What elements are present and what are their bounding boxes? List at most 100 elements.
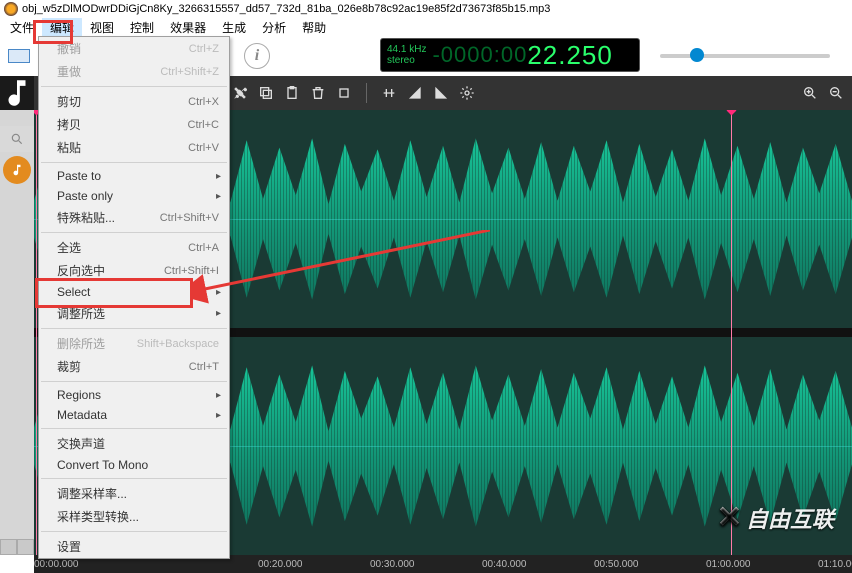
- menuitem-撤销: 撤销Ctrl+Z: [39, 37, 229, 60]
- menuitem-Paste to[interactable]: Paste to▸: [39, 166, 229, 186]
- gutter-btn-2[interactable]: [17, 539, 34, 555]
- ruler-tick: 01:00.000: [706, 555, 751, 573]
- submenu-arrow-icon: ▸: [216, 191, 221, 202]
- gear-icon[interactable]: [459, 85, 475, 101]
- note-icon: [0, 76, 34, 110]
- menuitem-label: Regions: [57, 388, 219, 402]
- copy-icon[interactable]: [258, 85, 274, 101]
- paste-icon[interactable]: [284, 85, 300, 101]
- menuitem-accel: Ctrl+Shift+Z: [160, 66, 219, 78]
- menuitem-label: 删除所选: [57, 335, 137, 352]
- menuitem-调整所选[interactable]: 调整所选▸: [39, 302, 229, 325]
- menuitem-裁剪[interactable]: 裁剪Ctrl+T: [39, 355, 229, 378]
- menu-效果器[interactable]: 效果器: [162, 18, 214, 37]
- menuitem-交换声道[interactable]: 交换声道: [39, 432, 229, 455]
- menuitem-label: Select: [57, 285, 219, 299]
- zoom-in-icon[interactable]: [802, 85, 818, 101]
- menuitem-Metadata[interactable]: Metadata▸: [39, 405, 229, 425]
- note-icon: [10, 163, 24, 177]
- watermark-text: 自由互联: [746, 502, 834, 534]
- ruler-tick: 00:50.000: [594, 555, 639, 573]
- menuitem-accel: Ctrl+C: [188, 119, 219, 131]
- submenu-arrow-icon: ▸: [216, 390, 221, 401]
- trash-icon[interactable]: [310, 85, 326, 101]
- menuitem-剪切[interactable]: 剪切Ctrl+X: [39, 90, 229, 113]
- menuitem-label: 全选: [57, 239, 188, 256]
- menuitem-反向选中[interactable]: 反向选中Ctrl+Shift+I: [39, 259, 229, 282]
- menu-生成[interactable]: 生成: [214, 18, 254, 37]
- menuitem-label: 粘贴: [57, 139, 188, 156]
- selection-start-marker[interactable]: [36, 110, 37, 555]
- menuitem-粘贴[interactable]: 粘贴Ctrl+V: [39, 136, 229, 159]
- sample-rate: 44.1 kHz: [387, 44, 426, 55]
- app-icon: [4, 2, 18, 16]
- menuitem-accel: Ctrl+T: [189, 361, 219, 373]
- menuitem-accel: Ctrl+Shift+I: [164, 265, 219, 277]
- window-title: obj_w5zDlMODwrDDiGjCn8Ky_3266315557_dd57…: [22, 3, 550, 15]
- search-tab[interactable]: [0, 126, 34, 152]
- menu-视图[interactable]: 视图: [82, 18, 122, 37]
- menuitem-label: Paste to: [57, 169, 219, 183]
- zoom-out-icon[interactable]: [828, 85, 844, 101]
- menu-帮助[interactable]: 帮助: [294, 18, 334, 37]
- menu-分析[interactable]: 分析: [254, 18, 294, 37]
- menuitem-label: 交换声道: [57, 435, 219, 452]
- level-icon[interactable]: [381, 85, 397, 101]
- selection-end-marker[interactable]: [731, 110, 732, 555]
- menuitem-label: Convert To Mono: [57, 458, 219, 472]
- menuitem-label: Metadata: [57, 408, 219, 422]
- title-bar: obj_w5zDlMODwrDDiGjCn8Ky_3266315557_dd57…: [0, 0, 852, 18]
- submenu-arrow-icon: ▸: [216, 287, 221, 298]
- crop-icon[interactable]: [336, 85, 352, 101]
- menuitem-特殊粘贴...[interactable]: 特殊粘贴...Ctrl+Shift+V: [39, 206, 229, 229]
- menuitem-Select[interactable]: Select▸: [39, 282, 229, 302]
- menuitem-accel: Ctrl+X: [188, 96, 219, 108]
- ruler-tick: 00:40.000: [482, 555, 527, 573]
- search-icon: [10, 132, 24, 146]
- menuitem-Regions[interactable]: Regions▸: [39, 385, 229, 405]
- menuitem-accel: Ctrl+Shift+V: [160, 212, 219, 224]
- menu-文件[interactable]: 文件: [2, 18, 42, 37]
- menuitem-拷贝[interactable]: 拷贝Ctrl+C: [39, 113, 229, 136]
- menuitem-采样类型转换...[interactable]: 采样类型转换...: [39, 505, 229, 528]
- menu-控制[interactable]: 控制: [122, 18, 162, 37]
- ruler-tick: 01:10.000: [818, 555, 852, 573]
- menuitem-删除所选: 删除所选Shift+Backspace: [39, 332, 229, 355]
- menuitem-调整采样率...[interactable]: 调整采样率...: [39, 482, 229, 505]
- menuitem-设置[interactable]: 设置: [39, 535, 229, 558]
- channel-mode: stereo: [387, 55, 426, 66]
- menuitem-全选[interactable]: 全选Ctrl+A: [39, 236, 229, 259]
- menuitem-accel: Ctrl+V: [188, 142, 219, 154]
- menuitem-label: 拷贝: [57, 116, 188, 133]
- menuitem-label: 调整采样率...: [57, 485, 219, 502]
- volume-slider[interactable]: [660, 54, 830, 58]
- ruler-tick: 00:30.000: [370, 555, 415, 573]
- submenu-arrow-icon: ▸: [216, 410, 221, 421]
- menu-编辑[interactable]: 编辑: [42, 18, 82, 37]
- note-tab[interactable]: [3, 156, 31, 184]
- menuitem-label: 撤销: [57, 40, 189, 57]
- info-icon[interactable]: i: [244, 43, 270, 69]
- submenu-arrow-icon: ▸: [216, 171, 221, 182]
- menuitem-accel: Shift+Backspace: [137, 338, 219, 350]
- menuitem-accel: Ctrl+Z: [189, 43, 219, 55]
- menuitem-label: 调整所选: [57, 305, 219, 322]
- menuitem-label: Paste only: [57, 189, 219, 203]
- menuitem-Convert To Mono[interactable]: Convert To Mono: [39, 455, 229, 475]
- volume-knob[interactable]: [690, 48, 704, 62]
- menuitem-accel: Ctrl+A: [188, 242, 219, 254]
- fadeout-icon[interactable]: [433, 85, 449, 101]
- watermark-x-icon: ✕: [717, 500, 742, 535]
- scissors-icon[interactable]: [232, 85, 248, 101]
- menuitem-重做: 重做Ctrl+Shift+Z: [39, 60, 229, 83]
- menuitem-label: 特殊粘贴...: [57, 209, 160, 226]
- fadein-icon[interactable]: [407, 85, 423, 101]
- sidebar-tab-note[interactable]: [0, 76, 34, 110]
- gutter-btn-1[interactable]: [0, 539, 17, 555]
- menuitem-Paste only[interactable]: Paste only▸: [39, 186, 229, 206]
- edit-menu-dropdown: 撤销Ctrl+Z重做Ctrl+Shift+Z剪切Ctrl+X拷贝Ctrl+C粘贴…: [38, 36, 230, 559]
- menuitem-label: 采样类型转换...: [57, 508, 219, 525]
- submenu-arrow-icon: ▸: [216, 308, 221, 319]
- selection-chip[interactable]: [8, 49, 30, 63]
- menuitem-label: 设置: [57, 538, 219, 555]
